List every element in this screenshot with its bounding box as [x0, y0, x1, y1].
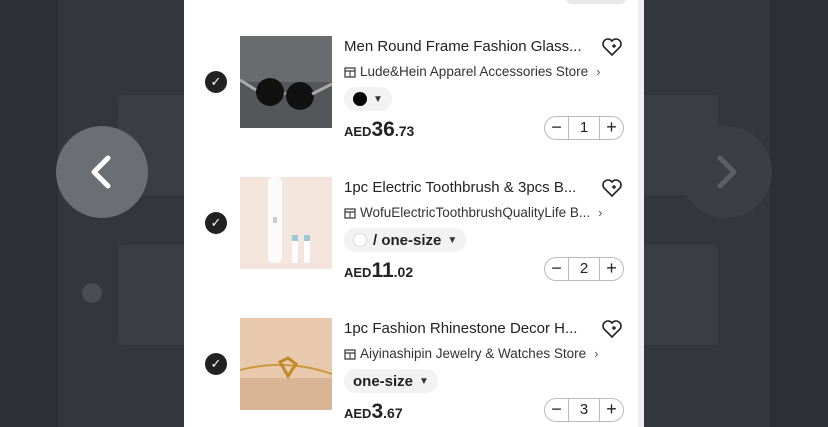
cart-panel: ✓ Men Round Frame Fashion Glass... Lude&…: [184, 0, 644, 427]
product-title[interactable]: 1pc Fashion Rhinestone Decor H...: [344, 320, 577, 337]
currency: AED: [344, 406, 372, 421]
store-link[interactable]: Lude&Hein Apparel Accessories Store ›: [344, 64, 600, 79]
scroll-edge: [638, 0, 644, 427]
price: AED3.67: [344, 400, 403, 424]
chevron-right-icon: ›: [598, 205, 603, 220]
store-name: Lude&Hein Apparel Accessories Store: [360, 64, 589, 79]
currency: AED: [344, 124, 372, 139]
price-integer: 11: [371, 259, 394, 282]
product-title[interactable]: 1pc Electric Toothbrush & 3pcs B...: [344, 179, 576, 196]
check-icon[interactable]: ✓: [205, 71, 227, 93]
top-sliver: [566, 0, 626, 4]
quantity-value[interactable]: 3: [569, 398, 599, 422]
variant-selector[interactable]: / one-size ▼: [344, 228, 467, 252]
heart-plus-icon[interactable]: [601, 319, 623, 339]
price-decimal: .67: [383, 405, 403, 421]
variant-selector[interactable]: ▼: [344, 87, 392, 111]
variant-label: / one-size: [373, 231, 442, 249]
chevron-right-icon: [717, 155, 737, 189]
price-decimal: .02: [393, 264, 414, 280]
store-icon: [344, 66, 356, 78]
cart-item: ✓ Men Round Frame Fashion Glass... Lude&…: [184, 20, 638, 161]
quantity-stepper: − 3 +: [544, 398, 624, 422]
previous-button[interactable]: [56, 126, 148, 218]
chevron-left-icon: [91, 155, 111, 189]
price-integer: 3: [371, 400, 384, 423]
next-button[interactable]: [680, 126, 772, 218]
price: AED11.02: [344, 259, 413, 283]
chevron-down-icon: ▼: [373, 93, 383, 105]
product-image[interactable]: [240, 36, 332, 128]
increase-button[interactable]: +: [599, 398, 624, 422]
chevron-down-icon: ▼: [419, 375, 429, 387]
check-icon[interactable]: ✓: [205, 212, 227, 234]
quantity-stepper: − 2 +: [544, 257, 624, 281]
quantity-value[interactable]: 2: [569, 257, 599, 281]
background-check: [82, 283, 102, 303]
decrease-button[interactable]: −: [544, 116, 569, 140]
variant-label: one-size: [353, 372, 414, 390]
currency: AED: [344, 265, 372, 280]
quantity-stepper: − 1 +: [544, 116, 624, 140]
price: AED36.73: [344, 118, 414, 142]
cart-item: ✓ 1pc Fashion Rhinestone Decor H... Aiyi…: [184, 302, 638, 427]
store-name: WofuElectricToothbrushQualityLife B...: [360, 205, 591, 220]
price-integer: 36: [371, 118, 395, 141]
increase-button[interactable]: +: [599, 257, 624, 281]
store-link[interactable]: WofuElectricToothbrushQualityLife B... ›: [344, 205, 602, 220]
store-icon: [344, 348, 356, 360]
color-swatch: [353, 233, 367, 247]
chevron-down-icon: ▼: [447, 234, 458, 246]
product-image[interactable]: [240, 318, 332, 410]
heart-plus-icon[interactable]: [601, 37, 623, 57]
quantity-value[interactable]: 1: [569, 116, 599, 140]
store-link[interactable]: Aiyinashipin Jewelry & Watches Store ›: [344, 346, 598, 361]
store-name: Aiyinashipin Jewelry & Watches Store: [360, 346, 587, 361]
increase-button[interactable]: +: [599, 116, 624, 140]
chevron-right-icon: ›: [596, 64, 601, 79]
cart-item: ✓ 1pc Electric Toothbrush & 3pcs B... Wo…: [184, 161, 638, 302]
decrease-button[interactable]: −: [544, 398, 569, 422]
product-image[interactable]: [240, 177, 332, 269]
chevron-right-icon: ›: [594, 346, 599, 361]
heart-plus-icon[interactable]: [601, 178, 623, 198]
price-decimal: .73: [394, 123, 415, 139]
color-swatch: [353, 92, 367, 106]
product-title[interactable]: Men Round Frame Fashion Glass...: [344, 38, 582, 55]
decrease-button[interactable]: −: [544, 257, 569, 281]
store-icon: [344, 207, 356, 219]
check-icon[interactable]: ✓: [205, 353, 227, 375]
variant-selector[interactable]: one-size ▼: [344, 369, 438, 393]
